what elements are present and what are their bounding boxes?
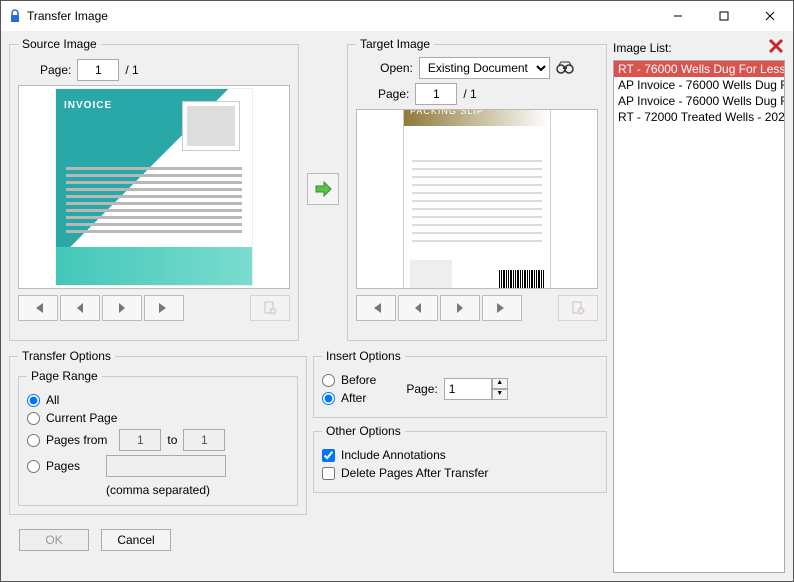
titlebar: Transfer Image [1,1,793,31]
radio-current-page[interactable] [27,412,40,425]
source-page-input[interactable] [77,59,119,81]
source-last-page-button[interactable] [144,295,184,321]
source-next-page-button[interactable] [102,295,142,321]
radio-all[interactable] [27,394,40,407]
image-list-label: Image List: [613,41,672,55]
target-legend: Target Image [356,37,434,51]
radio-before[interactable] [322,374,335,387]
transfer-arrow-button[interactable] [307,173,339,205]
radio-pages-from[interactable] [27,434,40,447]
open-document-select[interactable]: Existing Document [419,57,550,79]
target-preview: PACKING SLIP [356,109,598,289]
target-first-page-button[interactable] [356,295,396,321]
pages-from-input[interactable] [119,429,161,451]
list-item[interactable]: AP Invoice - 76000 Wells Dug For [614,93,784,109]
pages-list-input[interactable] [106,455,226,477]
cancel-button[interactable]: Cancel [101,529,171,551]
radio-pages-list[interactable] [27,460,40,473]
check-include-annotations[interactable] [322,449,335,462]
other-options-group: Other Options Include Annotations Delete… [313,424,607,493]
comma-separated-note: (comma separated) [27,483,289,497]
list-item[interactable]: RT - 72000 Treated Wells - 2020-F [614,109,784,125]
radio-after[interactable] [322,392,335,405]
source-prev-page-button[interactable] [60,295,100,321]
insert-options-legend: Insert Options [322,349,405,363]
source-legend: Source Image [18,37,101,51]
maximize-button[interactable] [701,1,747,31]
transfer-options-group: Transfer Options Page Range All Current … [9,349,307,515]
target-image-group: Target Image Open: Existing Document Pag… [347,37,607,341]
pages-to-input[interactable] [183,429,225,451]
transfer-image-window: Transfer Image Source Image Page: / 1 IN [0,0,794,582]
list-item[interactable]: AP Invoice - 76000 Wells Dug For [614,77,784,93]
target-page-total: / 1 [463,87,476,101]
source-image-group: Source Image Page: / 1 INVOICE [9,37,299,341]
target-page-input[interactable] [415,83,457,105]
insert-page-spinner[interactable]: ▲▼ [444,378,508,400]
check-delete-after[interactable] [322,467,335,480]
source-page-total: / 1 [125,63,138,77]
spin-down-icon[interactable]: ▼ [492,389,508,400]
other-options-legend: Other Options [322,424,405,438]
ok-button[interactable]: OK [19,529,89,551]
remove-image-icon[interactable] [767,37,785,58]
minimize-button[interactable] [655,1,701,31]
source-add-page-button[interactable] [250,295,290,321]
source-page-label: Page: [40,63,71,77]
list-item[interactable]: RT - 76000 Wells Dug For Less - 2 [614,61,784,77]
window-title: Transfer Image [27,9,655,23]
lock-icon [9,9,21,23]
insert-options-group: Insert Options Before After Page: ▲▼ [313,349,607,418]
target-next-page-button[interactable] [440,295,480,321]
target-prev-page-button[interactable] [398,295,438,321]
open-label: Open: [380,61,413,75]
transfer-options-legend: Transfer Options [18,349,115,363]
source-preview: INVOICE [18,85,290,289]
image-list[interactable]: RT - 76000 Wells Dug For Less - 2 AP Inv… [613,60,785,573]
target-page-label: Page: [378,87,409,101]
target-last-page-button[interactable] [482,295,522,321]
target-delete-page-button[interactable] [558,295,598,321]
close-button[interactable] [747,1,793,31]
page-range-legend: Page Range [27,369,102,383]
insert-page-label: Page: [406,382,437,396]
spin-up-icon[interactable]: ▲ [492,378,508,389]
source-first-page-button[interactable] [18,295,58,321]
binoculars-icon[interactable] [556,60,574,77]
